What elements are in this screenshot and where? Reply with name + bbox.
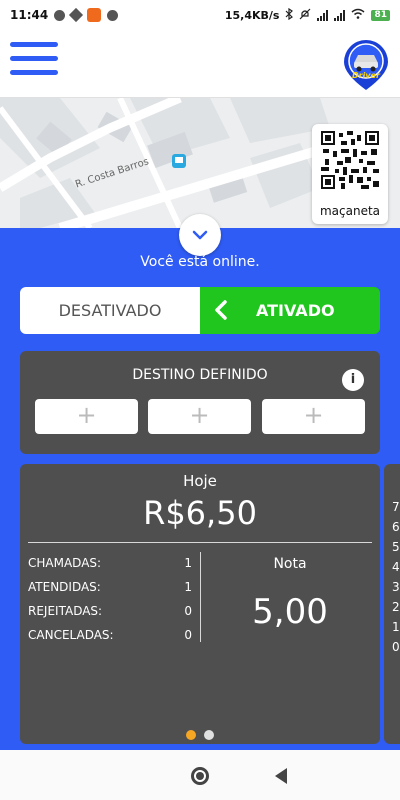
bluetooth-icon [285, 7, 294, 23]
hamburger-menu-icon[interactable] [10, 42, 58, 84]
app-header: Driver [0, 30, 400, 98]
toggle-off-label: DESATIVADO [58, 301, 162, 320]
stat-value: 0 [184, 628, 192, 642]
stat-row-calls: CHAMADAS: 1 [28, 556, 192, 574]
status-time: 11:44 [10, 8, 49, 22]
stat-value: 0 [184, 604, 192, 618]
sync-icon [107, 9, 119, 21]
next-card-value: 7, [392, 500, 400, 514]
location-icon [69, 7, 84, 23]
chevron-down-icon [192, 230, 208, 240]
signal-icon-2 [334, 9, 346, 21]
stats-period: Hoje [183, 472, 217, 490]
stat-label: CANCELADAS: [28, 628, 114, 642]
stats-vertical-divider [200, 552, 201, 642]
online-status-text: Você está online. [140, 254, 260, 270]
silent-icon [299, 8, 311, 23]
next-card-value: 0, [392, 640, 400, 654]
stat-value: 1 [184, 580, 192, 594]
app-notification-icon [87, 8, 102, 22]
qr-label: maçaneta [319, 204, 381, 218]
qr-code-card[interactable]: maçaneta [312, 124, 388, 224]
wifi-icon [351, 8, 365, 22]
rating-value: 5,00 [252, 592, 328, 632]
next-card-value: 5, [392, 540, 400, 554]
logo-text: Driver [352, 71, 380, 80]
chevron-left-icon [215, 300, 227, 320]
back-button-icon[interactable] [275, 768, 287, 784]
destination-slot-3[interactable]: + [262, 399, 365, 434]
next-card-value: 1, [392, 620, 400, 634]
online-toggle[interactable]: DESATIVADO ATIVADO [20, 287, 380, 334]
pager-dots [186, 730, 214, 740]
stats-amount: R$6,50 [143, 494, 257, 532]
toggle-on-option[interactable]: ATIVADO [200, 287, 380, 334]
notification-icon [54, 9, 66, 21]
stat-row-cancelled: CANCELADAS: 0 [28, 628, 192, 646]
destination-card: DESTINO DEFINIDO i + + + [20, 351, 380, 454]
qr-code-icon [321, 131, 379, 189]
stat-label: ATENDIDAS: [28, 580, 101, 594]
stats-divider [28, 542, 372, 543]
rating-label: Nota [273, 556, 307, 572]
expand-panel-button[interactable] [179, 214, 221, 256]
driver-logo-icon: Driver [342, 38, 390, 92]
toggle-off-option[interactable]: DESATIVADO [20, 287, 200, 334]
stat-value: 1 [184, 556, 192, 570]
stat-label: REJEITADAS: [28, 604, 103, 618]
pager-dot-1[interactable] [186, 730, 196, 740]
home-button-icon[interactable] [191, 767, 209, 785]
next-card-value: 2, [392, 600, 400, 614]
destination-title: DESTINO DEFINIDO [132, 367, 268, 383]
today-stats-card[interactable]: Hoje R$6,50 CHAMADAS: 1 ATENDIDAS: 1 REJ… [20, 464, 380, 744]
signal-icon [317, 9, 329, 21]
stat-label: CHAMADAS: [28, 556, 102, 570]
next-card-value: 4, [392, 560, 400, 574]
stat-row-answered: ATENDIDAS: 1 [28, 580, 192, 598]
info-icon[interactable]: i [342, 369, 364, 391]
next-card-value: 3, [392, 580, 400, 594]
stat-row-rejected: REJEITADAS: 0 [28, 604, 192, 622]
pager-dot-2[interactable] [204, 730, 214, 740]
next-stats-card[interactable]: 7, 6, 5, 4, 3, 2, 1, 0, [384, 464, 400, 744]
status-bar: 11:44 15,4KB/s 81 [0, 0, 400, 30]
destination-slot-1[interactable]: + [35, 399, 138, 434]
toggle-on-label: ATIVADO [256, 301, 335, 320]
next-card-value: 6, [392, 520, 400, 534]
network-speed: 15,4KB/s [224, 8, 280, 22]
battery-icon: 81 [371, 9, 390, 21]
destination-slot-2[interactable]: + [148, 399, 251, 434]
